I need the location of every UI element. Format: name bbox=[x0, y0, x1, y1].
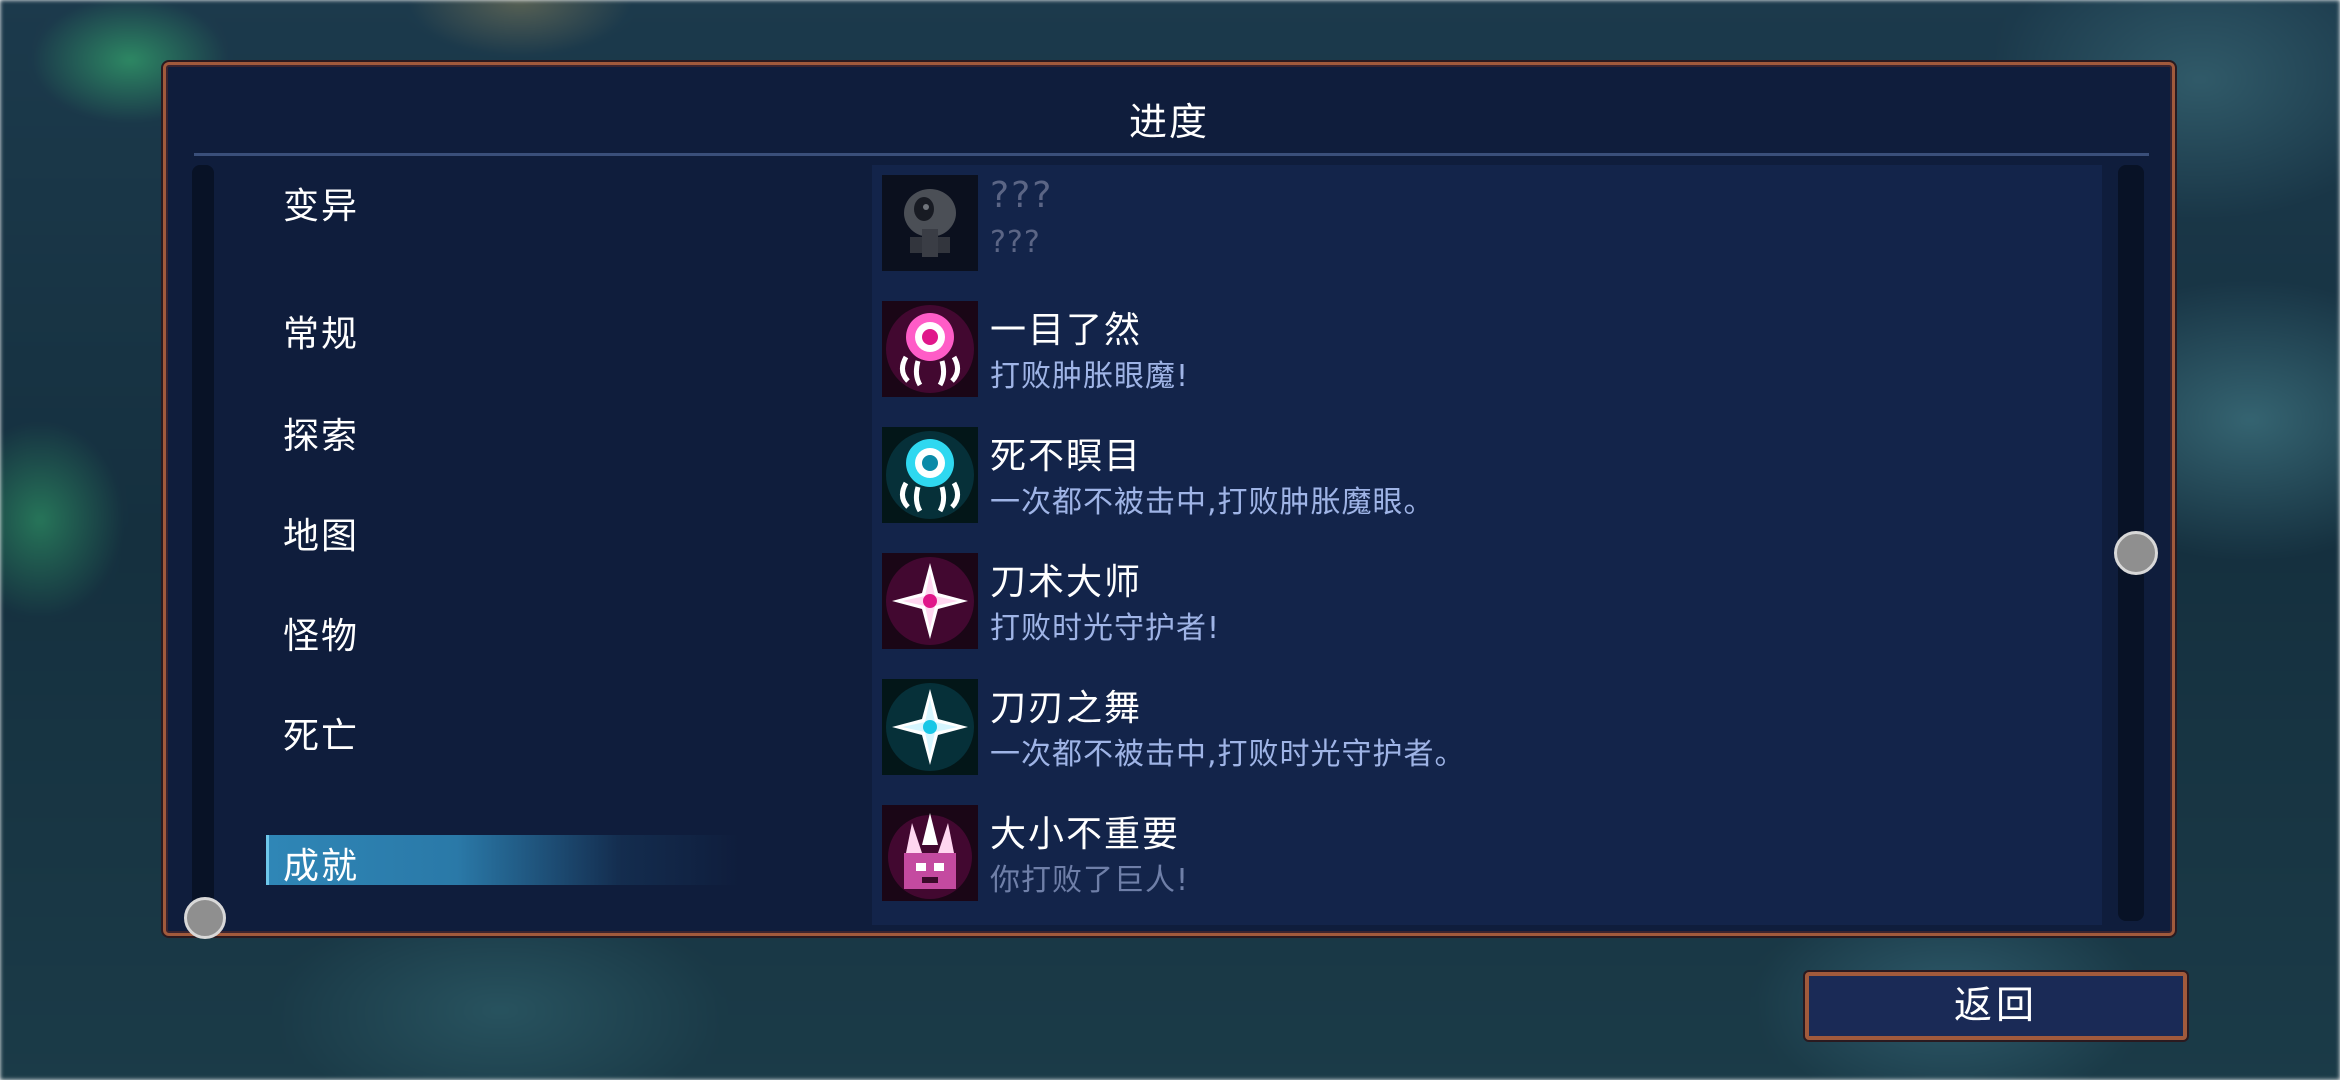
category-map[interactable]: 地图 bbox=[283, 507, 359, 559]
achievement-item[interactable]: 大小不重要 你打败了巨人! bbox=[872, 795, 2102, 905]
title-divider bbox=[194, 153, 2149, 156]
back-button[interactable]: 返回 bbox=[1805, 972, 2187, 1040]
achievement-name: ??? bbox=[990, 175, 1054, 216]
achievement-item[interactable]: 死不瞑目 一次都不被击中,打败肿胀魔眼。 bbox=[872, 417, 2102, 527]
achievement-description: 打败肿胀眼魔! bbox=[990, 359, 1190, 394]
pink-eye-monster-icon bbox=[882, 301, 978, 397]
category-scroll-thumb[interactable] bbox=[184, 897, 226, 939]
achievement-description: 打败时光守护者! bbox=[990, 611, 1221, 646]
cyan-shuriken-icon bbox=[882, 679, 978, 775]
category-exploration[interactable]: 探索 bbox=[283, 407, 359, 459]
category-monsters[interactable]: 怪物 bbox=[283, 607, 359, 659]
achievement-description: 你打败了巨人! bbox=[990, 863, 1190, 898]
achievement-description: 一次都不被击中,打败时光守护者。 bbox=[990, 737, 1466, 772]
category-general[interactable]: 常规 bbox=[283, 305, 359, 357]
category-scrollbar[interactable] bbox=[192, 165, 214, 915]
achievement-item[interactable]: 刀刃之舞 一次都不被击中,打败时光守护者。 bbox=[872, 669, 2102, 779]
achievement-item[interactable]: ??? ??? bbox=[872, 165, 2102, 275]
achievement-item[interactable]: 刀术大师 打败时光守护者! bbox=[872, 543, 2102, 653]
pink-giant-icon bbox=[882, 805, 978, 901]
achievement-name: 死不瞑目 bbox=[990, 436, 1143, 477]
category-deaths[interactable]: 死亡 bbox=[283, 707, 359, 759]
achievement-name: 一目了然 bbox=[990, 310, 1143, 351]
achievement-item[interactable]: 一目了然 打败肿胀眼魔! bbox=[872, 291, 2102, 401]
achievement-scroll-thumb[interactable] bbox=[2114, 531, 2158, 575]
cyan-eye-monster-icon bbox=[882, 427, 978, 523]
achievement-name: 刀刃之舞 bbox=[990, 688, 1143, 729]
category-mutations[interactable]: 变异 bbox=[283, 177, 359, 229]
category-achievements[interactable]: 成就 bbox=[283, 837, 359, 889]
achievement-name: 大小不重要 bbox=[990, 814, 1181, 855]
panel-title: 进度 bbox=[1128, 100, 1209, 144]
achievement-description: ??? bbox=[990, 225, 1041, 260]
achievement-description: 一次都不被击中,打败肿胀魔眼。 bbox=[990, 485, 1435, 520]
achievement-name: 刀术大师 bbox=[990, 562, 1143, 603]
pink-shuriken-icon bbox=[882, 553, 978, 649]
progress-panel: 进度 变异 常规 探索 地图 怪物 死亡 成就 ??? ??? 一目了然 打败肿… bbox=[163, 62, 2175, 939]
achievement-list[interactable]: ??? ??? 一目了然 打败肿胀眼魔! 死不瞑目 一次都不被击中,打败肿胀魔眼… bbox=[872, 165, 2102, 925]
locked-ghost-icon bbox=[882, 175, 978, 271]
